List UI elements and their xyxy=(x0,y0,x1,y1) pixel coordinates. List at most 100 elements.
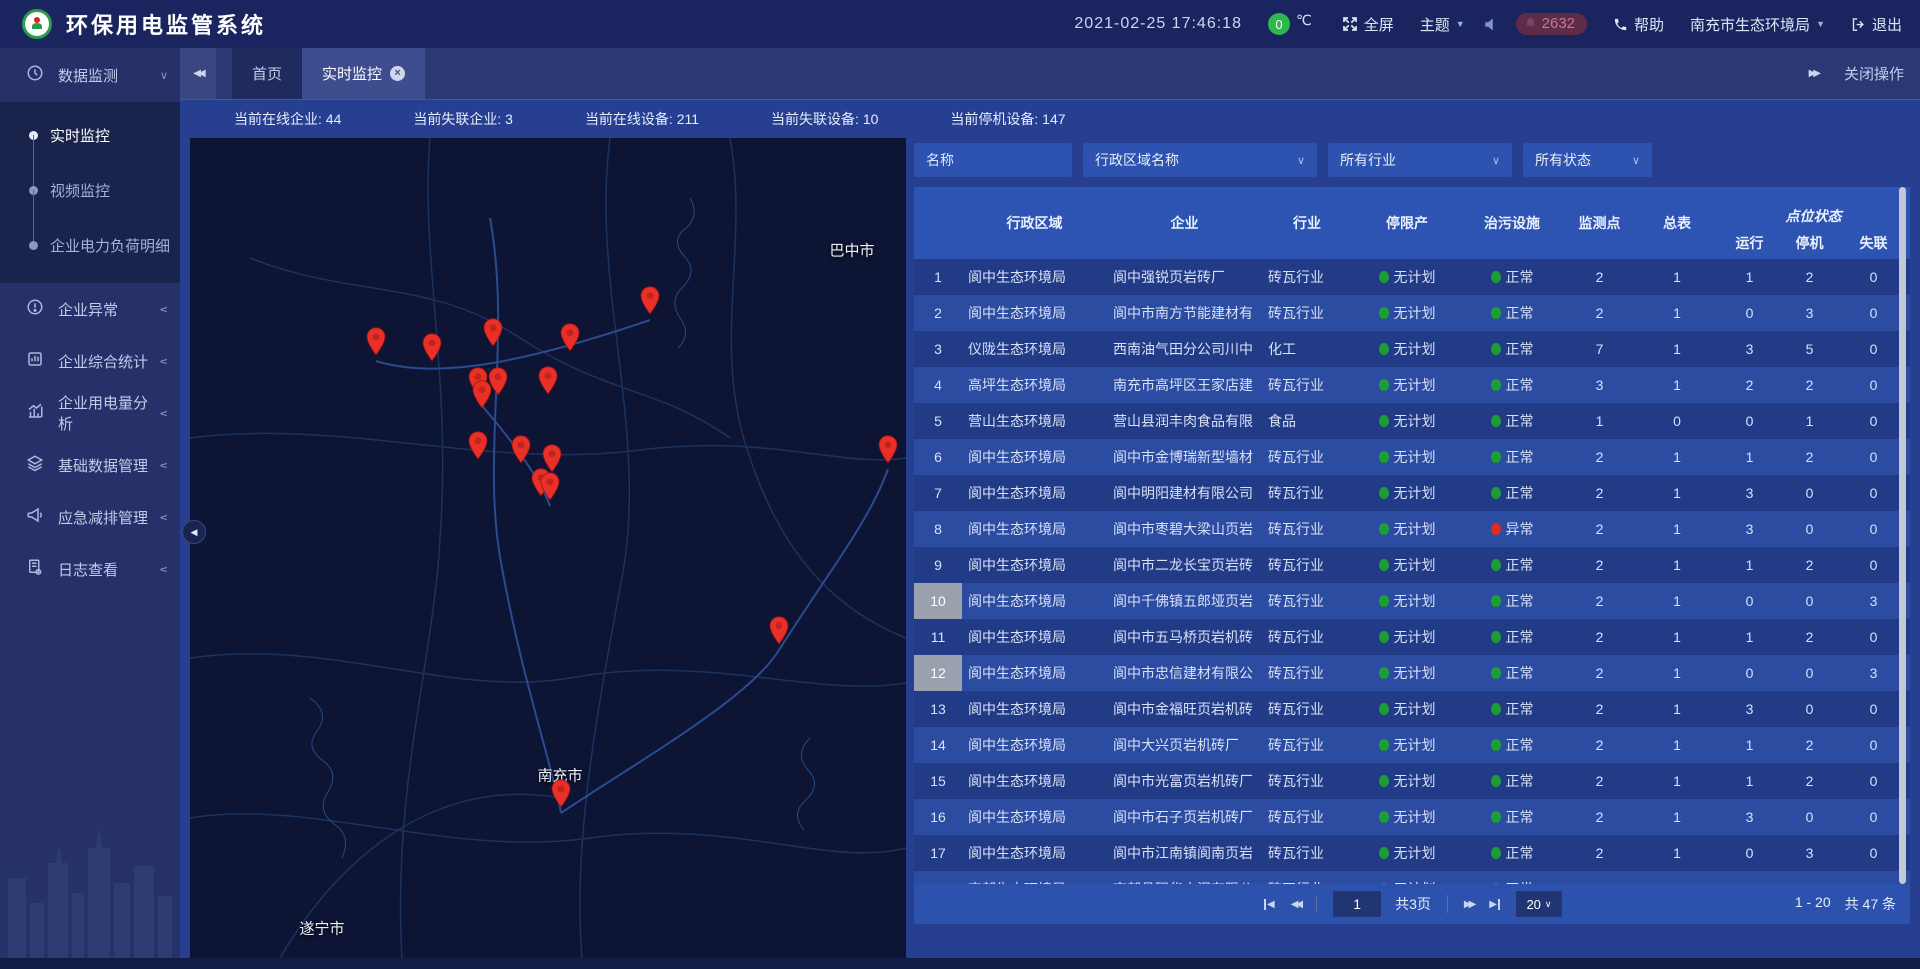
cell-facility-status: 正常 xyxy=(1462,411,1562,431)
status-select[interactable]: 所有状态∨ xyxy=(1523,143,1652,177)
map-pin-3[interactable] xyxy=(560,323,581,357)
table-row-16[interactable]: 16阆中生态环境局阆中市石子页岩机砖厂砖瓦行业无计划正常21300 xyxy=(914,799,1910,835)
next-page-button[interactable]: ▶▶ xyxy=(1464,899,1473,910)
sidebar-group-5[interactable]: 应急减排管理∨ xyxy=(0,491,180,543)
sidebar-group-4[interactable]: 基础数据管理∨ xyxy=(0,439,180,491)
cell-company: 阆中强锐页岩砖厂 xyxy=(1107,267,1262,287)
table-row-3[interactable]: 3仪陇生态环境局西南油气田分公司川中化工无计划正常71350 xyxy=(914,331,1910,367)
status-dot-green xyxy=(1379,667,1389,679)
map-panel[interactable]: 巴中市南充市遂宁市 xyxy=(190,138,906,958)
map-pin-15[interactable] xyxy=(769,616,790,650)
table-row-4[interactable]: 4高坪生态环境局南充市高坪区王家店建砖瓦行业无计划正常31220 xyxy=(914,367,1910,403)
stat-item-3: 当前失联设备: 10 xyxy=(771,109,878,129)
app-title: 环保用电监管系统 xyxy=(66,8,266,40)
cell-company: 阆中明阳建材有限公司 xyxy=(1107,483,1262,503)
table-row-11[interactable]: 11阆中生态环境局阆中市五马桥页岩机砖砖瓦行业无计划正常21120 xyxy=(914,619,1910,655)
notification-badge[interactable]: 2632 xyxy=(1516,13,1587,35)
map-collapse-handle[interactable]: ◀ xyxy=(182,520,206,544)
map-pin-16[interactable] xyxy=(551,779,572,813)
enterprise-panel: 行政区域名称∨ 所有行业∨ 所有状态∨ 行政区域企业行业停限产治污设施监测点总表… xyxy=(914,143,1910,924)
double-chevron-left-icon: ◀◀ xyxy=(193,68,202,79)
cell-stop: 1 xyxy=(1782,413,1837,429)
map-pin-0[interactable] xyxy=(366,327,387,361)
sidebar-item-2[interactable]: 企业电力负荷明细 xyxy=(0,218,180,273)
map-pin-10[interactable] xyxy=(511,435,532,469)
table-row-12[interactable]: 12阆中生态环境局阆中市忠信建材有限公砖瓦行业无计划正常21003 xyxy=(914,655,1910,691)
facility-status-label: 正常 xyxy=(1506,339,1534,359)
prev-page-button[interactable]: ◀◀ xyxy=(1291,899,1300,910)
sidebar-group-0[interactable]: 数据监测∨ xyxy=(0,48,180,102)
facility-status-label: 正常 xyxy=(1506,483,1534,503)
table-row-17[interactable]: 17阆中生态环境局阆中市江南镇阆南页岩砖瓦行业无计划正常21030 xyxy=(914,835,1910,871)
table-row-6[interactable]: 6阆中生态环境局阆中市金博瑞新型墙材砖瓦行业无计划正常21120 xyxy=(914,439,1910,475)
limit-status-label: 无计划 xyxy=(1394,483,1436,503)
facility-status-label: 正常 xyxy=(1506,267,1534,287)
map-pin-1[interactable] xyxy=(422,333,443,367)
theme-dropdown[interactable]: 主题▼ xyxy=(1420,14,1465,35)
table-body: 1阆中生态环境局阆中强锐页岩砖厂砖瓦行业无计划正常211202阆中生态环境局阆中… xyxy=(914,259,1910,884)
table-row-5[interactable]: 5营山生态环境局营山县润丰肉食品有限食品无计划正常10010 xyxy=(914,403,1910,439)
close-icon[interactable]: × xyxy=(390,66,405,81)
chevron-left-icon: ∨ xyxy=(157,513,170,521)
sidebar-group-1[interactable]: 企业异常∨ xyxy=(0,283,180,335)
mute-button[interactable] xyxy=(1483,17,1498,32)
region-select[interactable]: 行政区域名称∨ xyxy=(1083,143,1317,177)
cell-industry: 砖瓦行业 xyxy=(1262,375,1352,395)
map-pin-8[interactable] xyxy=(538,366,559,400)
tab-realtime-monitor[interactable]: 实时监控 × xyxy=(302,48,425,99)
org-dropdown[interactable]: 南充市生态环境局▼ xyxy=(1690,14,1825,35)
megaphone-icon xyxy=(26,506,44,528)
table-row-10[interactable]: 10阆中生态环境局阆中千佛镇五郎垭页岩砖瓦行业无计划正常21003 xyxy=(914,583,1910,619)
table-row-1[interactable]: 1阆中生态环境局阆中强锐页岩砖厂砖瓦行业无计划正常21120 xyxy=(914,259,1910,295)
map-pin-4[interactable] xyxy=(640,286,661,320)
table-row-9[interactable]: 9阆中生态环境局阆中市二龙长宝页岩砖砖瓦行业无计划正常21120 xyxy=(914,547,1910,583)
first-page-button[interactable]: ◀ xyxy=(1264,899,1275,910)
page-size-select[interactable]: 20∨ xyxy=(1516,891,1562,917)
industry-select[interactable]: 所有行业∨ xyxy=(1328,143,1512,177)
cell-limit-status: 无计划 xyxy=(1352,339,1462,359)
name-search-input[interactable] xyxy=(914,143,1072,177)
table-scrollbar[interactable] xyxy=(1899,187,1906,884)
table-header: 行政区域企业行业停限产治污设施监测点总表点位状态运行停机失联 xyxy=(914,187,1910,259)
limit-status-label: 无计划 xyxy=(1394,339,1436,359)
cell-stop: 0 xyxy=(1782,593,1837,609)
sidebar-item-0[interactable]: 实时监控 xyxy=(0,108,180,163)
row-index: 16 xyxy=(914,799,962,835)
sidebar-group-label: 数据监测 xyxy=(58,65,118,86)
sidebar-group-2[interactable]: 企业综合统计∨ xyxy=(0,335,180,387)
cell-region: 阆中生态环境局 xyxy=(962,483,1107,503)
sidebar-item-1[interactable]: 视频监控 xyxy=(0,163,180,218)
table-row-13[interactable]: 13阆中生态环境局阆中市金福旺页岩机砖砖瓦行业无计划正常21300 xyxy=(914,691,1910,727)
table-row-2[interactable]: 2阆中生态环境局阆中市南方节能建材有砖瓦行业无计划正常21030 xyxy=(914,295,1910,331)
table-row-18[interactable]: 18南部生态环境局南部县砚华水泥有限公砖瓦行业无计划正常21030 xyxy=(914,871,1910,884)
table-row-7[interactable]: 7阆中生态环境局阆中明阳建材有限公司砖瓦行业无计划正常21300 xyxy=(914,475,1910,511)
chevron-down-icon: ▼ xyxy=(1816,19,1825,29)
bullet-icon xyxy=(29,241,38,250)
close-operations-button[interactable]: 关闭操作 xyxy=(1844,63,1904,84)
tabs-scroll-left-button[interactable]: ◀◀ xyxy=(180,48,216,99)
sidebar-group-6[interactable]: 日志查看∨ xyxy=(0,543,180,595)
map-pin-14[interactable] xyxy=(878,435,899,469)
status-dot-green xyxy=(1491,775,1501,787)
last-page-button[interactable]: ▶ xyxy=(1489,899,1500,910)
tab-label: 首页 xyxy=(252,63,282,84)
tabs-scroll-right-button[interactable]: ▶▶ xyxy=(1809,68,1818,79)
map-pin-7[interactable] xyxy=(472,380,493,414)
sidebar-group-3[interactable]: 企业用电量分析∨ xyxy=(0,387,180,439)
limit-status-label: 无计划 xyxy=(1394,375,1436,395)
logout-button[interactable]: 退出 xyxy=(1851,14,1902,35)
map-pin-13[interactable] xyxy=(540,472,561,506)
map-pin-9[interactable] xyxy=(468,431,489,465)
column-header: 治污设施 xyxy=(1462,187,1562,259)
limit-status-label: 无计划 xyxy=(1394,555,1436,575)
table-row-8[interactable]: 8阆中生态环境局阆中市枣碧大梁山页岩砖瓦行业无计划异常21300 xyxy=(914,511,1910,547)
table-row-15[interactable]: 15阆中生态环境局阆中市光富页岩机砖厂砖瓦行业无计划正常21120 xyxy=(914,763,1910,799)
page-number-input[interactable] xyxy=(1333,891,1381,917)
column-header: 监测点 xyxy=(1562,187,1637,259)
fullscreen-button[interactable]: 全屏 xyxy=(1342,14,1394,35)
tab-home[interactable]: 首页 xyxy=(232,48,302,99)
help-button[interactable]: 帮助 xyxy=(1613,14,1664,35)
map-pin-2[interactable] xyxy=(483,318,504,352)
table-row-14[interactable]: 14阆中生态环境局阆中大兴页岩机砖厂砖瓦行业无计划正常21120 xyxy=(914,727,1910,763)
column-header xyxy=(914,187,962,259)
